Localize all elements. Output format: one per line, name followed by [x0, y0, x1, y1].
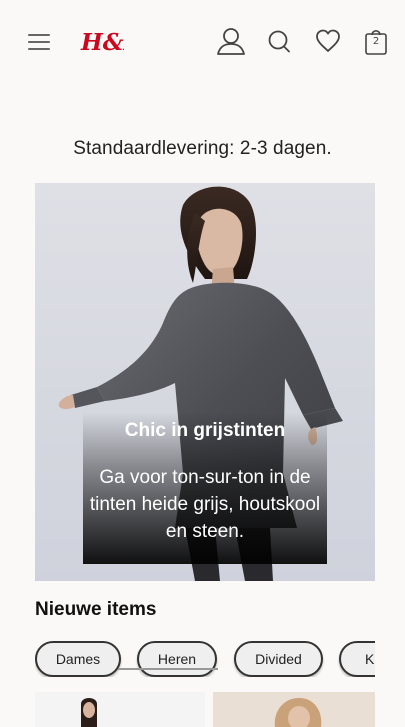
hm-logo[interactable]: H&M: [80, 26, 150, 58]
hero-description: Ga voor ton-sur-ton in de tinten heide g…: [89, 467, 321, 542]
hero-title: Chic in grijstinten: [124, 420, 286, 441]
product-card[interactable]: [35, 692, 205, 727]
chip-kinderen[interactable]: Kinderen: [339, 641, 375, 677]
product-row: [35, 692, 375, 727]
heart-icon[interactable]: [314, 27, 342, 55]
header: H&M 2: [0, 0, 405, 84]
chip-scroll-indicator: [118, 668, 218, 670]
hm-logo-mark: H&M: [80, 29, 150, 56]
product-image: [81, 698, 97, 727]
chip-heren[interactable]: Heren: [137, 641, 217, 677]
hero-banner[interactable]: Chic in grijstinten Ga voor ton-sur-ton …: [35, 183, 375, 581]
chip-divided[interactable]: Divided: [234, 641, 323, 677]
hamburger-menu-icon[interactable]: [26, 30, 54, 54]
product-image: [274, 698, 322, 727]
bag-count-badge: 2: [372, 36, 380, 47]
category-chips: Dames Heren Divided Kinderen: [35, 641, 375, 677]
svg-text:H&M: H&M: [80, 29, 124, 56]
chip-dames[interactable]: Dames: [35, 641, 121, 677]
new-items-heading: Nieuwe items: [35, 599, 157, 620]
delivery-info: Standaardlevering: 2-3 dagen.: [73, 138, 332, 159]
product-card[interactable]: [213, 692, 375, 727]
search-icon[interactable]: [266, 27, 292, 55]
user-icon[interactable]: [215, 27, 247, 57]
shopping-bag-icon[interactable]: 2: [363, 26, 389, 56]
page: H&M 2 Standaa: [0, 0, 405, 727]
